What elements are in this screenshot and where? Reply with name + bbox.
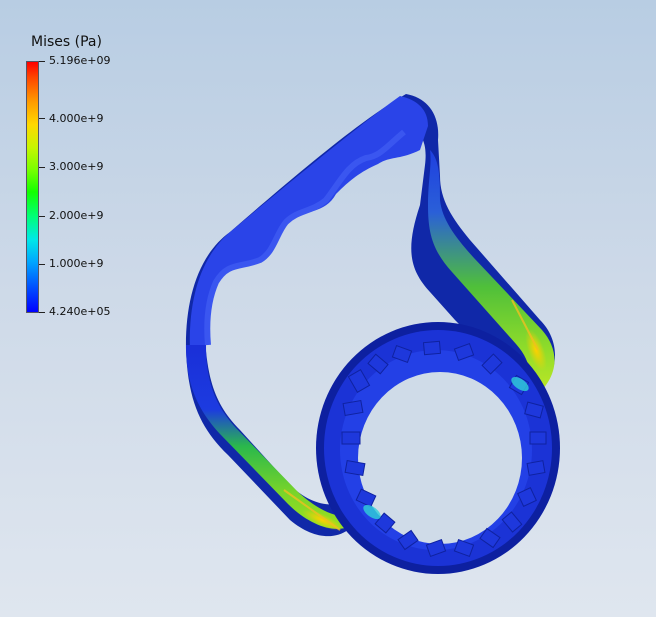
stress-model-viewport[interactable] <box>0 0 656 617</box>
toothed-ring <box>316 322 560 574</box>
